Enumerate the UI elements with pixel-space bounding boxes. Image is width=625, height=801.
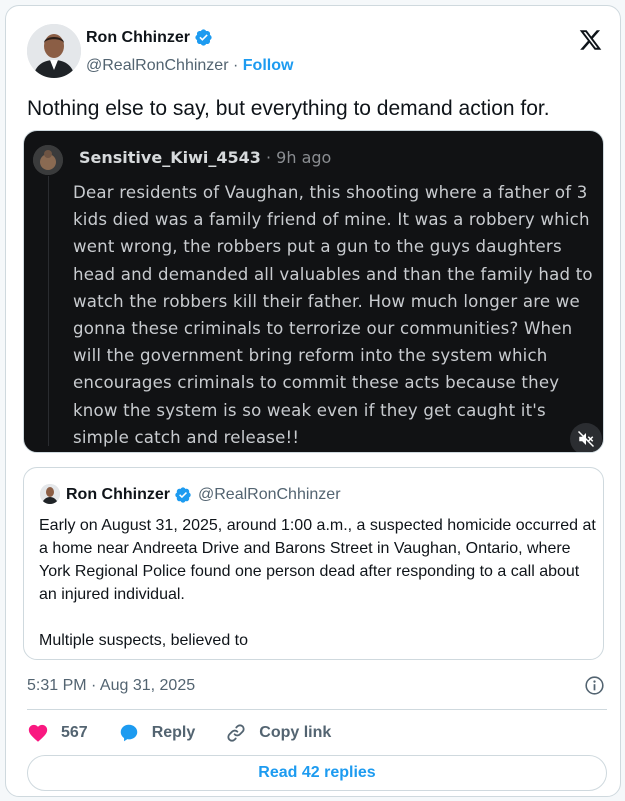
tweet-timestamp[interactable]: 5:31 PM · Aug 31, 2025 (27, 677, 195, 695)
follow-button[interactable]: Follow (243, 57, 294, 74)
author-handle[interactable]: @RealRonChhinzer (86, 57, 229, 74)
reddit-comment-text: Dear residents of Vaughan, this shooting… (73, 183, 593, 447)
thread-line (48, 176, 49, 446)
quoted-author-handle: @RealRonChhinzer (198, 486, 341, 503)
like-count: 567 (61, 724, 88, 741)
media-screenshot[interactable]: Sensitive_Kiwi_4543 · 9h ago Dear reside… (23, 130, 604, 453)
like-button[interactable]: 567 (27, 722, 88, 744)
handle-separator: · (232, 57, 239, 74)
quoted-author-avatar (40, 484, 60, 504)
copy-link-label: Copy link (259, 724, 332, 741)
verified-badge-icon (175, 487, 191, 503)
tweet-text: Nothing else to say, but everything to d… (27, 97, 550, 120)
speaker-muted-icon (577, 430, 595, 448)
reddit-post-header: Sensitive_Kiwi_4543 · 9h ago (79, 148, 331, 167)
tweet-card: Ron Chhinzer @RealRonChhinzer · Follow N… (5, 5, 621, 797)
reddit-avatar (33, 145, 63, 175)
action-bar: 567 Reply Copy link (27, 720, 361, 746)
quoted-tweet-text: Early on August 31, 2025, around 1:00 a.… (39, 517, 596, 649)
info-icon[interactable] (584, 675, 605, 696)
quoted-tweet[interactable]: Ron Chhinzer @RealRonChhinzer Early on A… (23, 467, 604, 660)
author-avatar[interactable] (27, 24, 81, 78)
reply-label: Reply (151, 724, 196, 741)
read-replies-button[interactable]: Read 42 replies (27, 755, 607, 791)
link-icon (227, 724, 245, 742)
divider (27, 709, 607, 710)
verified-badge-icon (195, 29, 212, 46)
reddit-separator: · (265, 148, 272, 167)
author-handle-row: @RealRonChhinzer · Follow (86, 57, 293, 75)
quoted-author-row: Ron Chhinzer @RealRonChhinzer (66, 486, 341, 504)
mute-button[interactable] (570, 423, 602, 452)
author-name-row[interactable]: Ron Chhinzer (86, 28, 213, 47)
author-name[interactable]: Ron Chhinzer (86, 29, 190, 47)
x-logo-icon[interactable] (578, 28, 603, 52)
reply-button[interactable]: Reply (118, 722, 196, 744)
reply-bubble-icon (120, 724, 137, 742)
heart-icon (28, 724, 48, 742)
copy-link-button[interactable]: Copy link (225, 722, 331, 744)
reddit-time: 9h ago (276, 148, 332, 167)
quoted-author-name: Ron Chhinzer (66, 486, 170, 503)
reddit-username: Sensitive_Kiwi_4543 (79, 148, 261, 167)
